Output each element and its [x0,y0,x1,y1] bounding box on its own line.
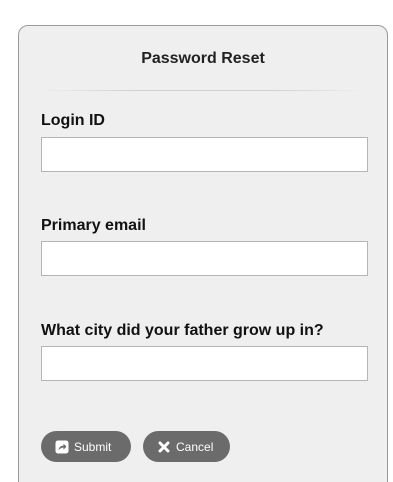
primary-email-input[interactable] [41,241,368,276]
password-reset-panel: Password Reset Login ID Primary email Wh… [18,25,388,482]
login-id-input[interactable] [41,137,368,172]
submit-button[interactable]: Submit [41,431,131,462]
primary-email-label: Primary email [41,217,146,234]
page: Password Reset Login ID Primary email Wh… [0,0,393,482]
security-question-label: What city did your father grow up in? [41,322,324,339]
cancel-button[interactable]: Cancel [143,431,230,462]
submit-button-label: Submit [74,439,112,454]
security-answer-input[interactable] [41,346,368,381]
share-icon [55,440,69,454]
close-icon [157,440,171,454]
panel-title: Password Reset [141,50,265,67]
login-id-label: Login ID [41,112,105,129]
title-divider [41,90,365,91]
cancel-button-label: Cancel [176,439,214,454]
